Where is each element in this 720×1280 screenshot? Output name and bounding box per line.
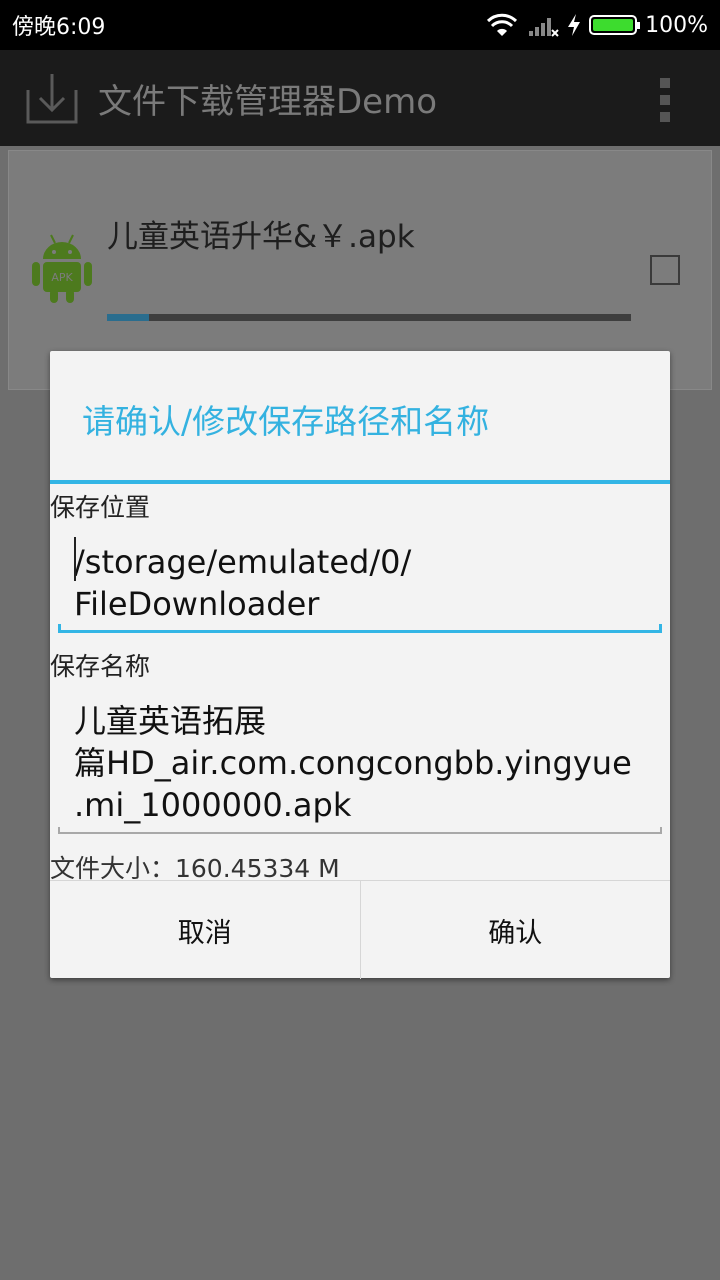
battery-percent: 100%	[645, 12, 708, 38]
list-item-checkbox[interactable]	[650, 255, 680, 285]
battery-icon	[589, 15, 641, 35]
save-name-line: 篇HD_air.com.congcongbb.yingyue	[74, 744, 632, 782]
save-location-input[interactable]: /storage/emulated/0/ FileDownloader	[74, 541, 644, 625]
wifi-icon	[487, 13, 518, 36]
status-time: 傍晚6:09	[12, 15, 106, 40]
action-bar: 文件下载管理器Demo	[0, 50, 720, 146]
overflow-menu-icon[interactable]	[660, 78, 670, 122]
save-name-underline	[58, 827, 662, 834]
save-name-input[interactable]: 儿童英语拓展 篇HD_air.com.congcongbb.yingyue .m…	[74, 700, 644, 826]
save-location-label: 保存位置	[50, 493, 151, 522]
save-location-line: FileDownloader	[74, 585, 320, 623]
download-progress-fill	[107, 314, 149, 321]
svg-text:APK: APK	[51, 271, 73, 284]
save-location-line: /storage/emulated/0/	[74, 543, 412, 581]
dialog-button-bar: 取消 确认	[50, 880, 670, 979]
dialog-title: 请确认/修改保存路径和名称	[82, 402, 490, 441]
save-location-underline	[58, 624, 662, 633]
app-title: 文件下载管理器Demo	[98, 81, 438, 122]
confirm-button[interactable]: 确认	[359, 881, 671, 979]
text-cursor	[74, 537, 76, 581]
download-progress-bar	[107, 314, 631, 321]
save-name-line: 儿童英语拓展	[74, 702, 267, 740]
charging-icon	[568, 14, 581, 36]
battery-level-fill	[593, 19, 634, 31]
android-apk-icon: APK	[32, 234, 92, 303]
dialog-title-divider	[50, 480, 670, 484]
status-bar: 傍晚6:09 100%	[0, 0, 720, 50]
confirm-save-dialog: 请确认/修改保存路径和名称 保存位置 /storage/emulated/0/ …	[50, 351, 670, 979]
list-item-title: 儿童英语升华&￥.apk	[107, 219, 415, 255]
save-name-line: .mi_1000000.apk	[74, 786, 352, 824]
download-icon	[26, 74, 78, 124]
signal-icon	[529, 18, 559, 37]
save-name-label: 保存名称	[50, 652, 151, 681]
status-icons: 100%	[485, 12, 708, 38]
cancel-button[interactable]: 取消	[50, 881, 360, 979]
